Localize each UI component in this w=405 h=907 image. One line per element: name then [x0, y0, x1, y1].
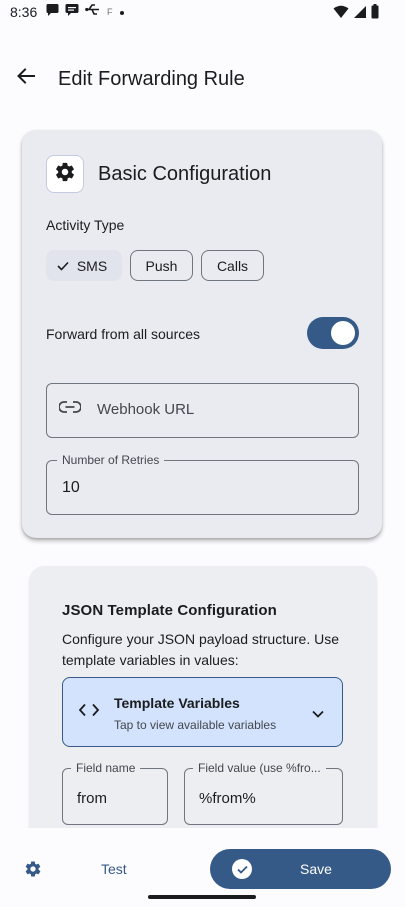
forward-all-label: Forward from all sources — [46, 326, 201, 342]
app-bar: Edit Forwarding Rule — [0, 50, 405, 106]
template-variables-subtitle: Tap to view available variables — [114, 718, 277, 732]
section-title: Basic Configuration — [98, 163, 272, 185]
wifi-icon — [333, 5, 349, 24]
gear-icon — [54, 161, 76, 188]
retries-value: 10 — [62, 479, 80, 496]
status-time: 8:36 — [10, 4, 38, 20]
field-name-input[interactable]: Field name from — [62, 761, 168, 825]
sms-icon — [46, 3, 59, 21]
template-variables-title: Template Variables — [114, 695, 240, 711]
retries-field[interactable]: Number of Retries 10 — [46, 453, 359, 515]
code-icon — [78, 703, 100, 722]
json-section-title: JSON Template Configuration — [62, 602, 277, 619]
activity-type-label: Activity Type — [46, 217, 125, 233]
field-name-label: Field name — [71, 761, 141, 775]
signal-icon — [353, 5, 367, 24]
f-icon: F — [107, 7, 113, 17]
usb-icon — [85, 3, 101, 21]
save-button[interactable]: Save — [210, 849, 391, 889]
back-button[interactable] — [12, 64, 40, 92]
check-icon — [57, 258, 69, 274]
arrow-back-icon — [17, 67, 35, 89]
json-section-description: Configure your JSON payload structure. U… — [62, 631, 340, 668]
basic-configuration-card: Basic Configuration Activity Type SMS Pu… — [22, 130, 382, 538]
json-template-card: JSON Template Configuration Configure yo… — [30, 566, 376, 846]
toggle-knob — [331, 321, 355, 345]
chip-push[interactable]: Push — [130, 250, 193, 281]
forward-all-toggle[interactable] — [307, 317, 359, 349]
home-indicator[interactable] — [148, 895, 256, 899]
test-button[interactable]: Test — [101, 861, 127, 877]
retries-label: Number of Retries — [57, 453, 165, 467]
field-value-label: Field value (use %fro... — [193, 761, 326, 775]
chip-calls[interactable]: Calls — [201, 250, 264, 281]
bottom-action-bar: Test Save — [0, 828, 405, 907]
chip-label: SMS — [76, 257, 108, 274]
settings-button[interactable] — [24, 860, 42, 883]
status-icons-right — [333, 4, 379, 24]
activity-type-chips: SMS Push Calls — [46, 250, 264, 281]
battery-icon — [371, 4, 379, 24]
chip-label: Calls — [216, 257, 249, 274]
page-title: Edit Forwarding Rule — [58, 68, 245, 90]
chip-label: Push — [145, 257, 178, 274]
chat-icon — [65, 3, 79, 21]
save-label: Save — [300, 861, 332, 877]
chevron-down-icon — [312, 705, 324, 723]
template-variables-expander[interactable]: Template Variables Tap to view available… — [62, 677, 343, 747]
field-value-value: %from% — [199, 790, 256, 807]
field-value-input[interactable]: Field value (use %fro... %from% — [184, 761, 343, 825]
status-bar: 8:36 F — [0, 0, 405, 26]
field-name-value: from — [77, 790, 107, 807]
webhook-url-placeholder: Webhook URL — [97, 401, 195, 418]
link-icon — [58, 400, 82, 418]
chip-sms[interactable]: SMS — [46, 250, 122, 281]
dot-icon — [119, 3, 125, 21]
section-icon-box — [46, 155, 84, 193]
status-icons-left: F — [46, 4, 125, 20]
check-circle-icon — [232, 859, 252, 879]
webhook-url-field[interactable]: Webhook URL — [46, 383, 359, 438]
